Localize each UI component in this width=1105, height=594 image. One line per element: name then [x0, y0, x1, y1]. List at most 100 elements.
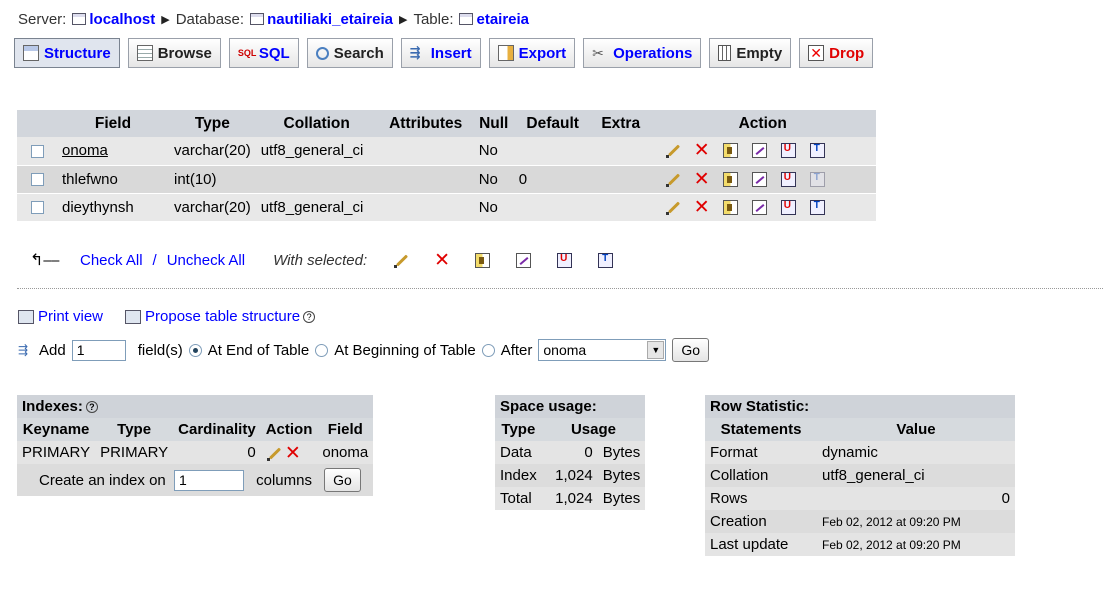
tools-row: Print view Propose table structure? [18, 308, 316, 325]
row-actions: ✕ [649, 165, 876, 194]
index-icon[interactable] [751, 171, 767, 187]
database-label: Database: [175, 10, 245, 28]
statement-value: dynamic [817, 441, 1015, 464]
add-label: Add [39, 341, 66, 359]
propose-structure-link[interactable]: Propose table structure? [125, 308, 316, 325]
tab-operations[interactable]: ✂ Operations [583, 38, 702, 68]
table-row: PRIMARY PRIMARY 0 ✕ onoma [17, 441, 374, 464]
primary-key-icon[interactable] [722, 143, 738, 159]
edit-pencil-icon[interactable] [665, 200, 680, 215]
field-name-cell: onoma [57, 137, 169, 166]
tab-search[interactable]: Search [306, 38, 393, 68]
index-field: onoma [317, 441, 374, 464]
fulltext-icon[interactable] [598, 252, 614, 268]
table-row: Rows 0 [705, 487, 1015, 510]
column-header: Cardinality [173, 418, 261, 441]
tab-drop[interactable]: ✕ Drop [799, 38, 874, 68]
fulltext-icon[interactable] [809, 143, 825, 159]
database-link[interactable]: nautiliaki_etaireia [267, 11, 393, 28]
table-row: Total 1,024 Bytes [495, 487, 646, 510]
space-usage-title: Space usage: [495, 395, 646, 418]
indexes-header-row: Keyname Type Cardinality Action Field [17, 418, 374, 441]
create-index-go-button[interactable]: Go [324, 468, 361, 492]
print-view-link[interactable]: Print view [18, 308, 103, 325]
uncheck-all-link[interactable]: Uncheck All [167, 252, 245, 269]
index-icon[interactable] [751, 199, 767, 215]
table-row: Data 0 Bytes [495, 441, 646, 464]
delete-x-icon[interactable]: ✕ [285, 444, 301, 463]
divider-line [17, 288, 1103, 289]
help-icon[interactable]: ? [303, 311, 316, 324]
column-header: Attributes [377, 110, 474, 137]
column-header: Extra [591, 110, 650, 137]
column-header: Value [817, 418, 1015, 441]
column-header: Statements [705, 418, 817, 441]
field-type: int(10) [169, 165, 256, 194]
indexes-title: Indexes: [22, 398, 83, 415]
fulltext-icon[interactable] [809, 199, 825, 215]
server-link[interactable]: localhost [89, 11, 155, 28]
table-row: onoma varchar(20) utf8_general_ci No ✕ [17, 137, 876, 166]
field-null: No [473, 193, 514, 222]
create-index-label: Create an index on [39, 472, 166, 489]
after-radio[interactable] [481, 343, 495, 357]
tab-empty[interactable]: Empty [709, 38, 792, 68]
row-checkbox[interactable] [30, 201, 44, 215]
unique-icon[interactable] [780, 171, 796, 187]
row-checkbox[interactable] [30, 144, 44, 158]
server-label: Server: [18, 10, 67, 28]
edit-pencil-icon[interactable] [665, 172, 680, 187]
server-icon [72, 13, 87, 25]
tab-sql[interactable]: SQL SQL [228, 38, 299, 68]
edit-pencil-icon[interactable] [393, 253, 408, 268]
field-default: 0 [513, 165, 592, 194]
add-go-button[interactable]: Go [672, 338, 710, 362]
column-header: Keyname [17, 418, 96, 441]
tab-insert[interactable]: ⇶ Insert [400, 38, 481, 68]
delete-x-icon[interactable]: ✕ [694, 198, 710, 217]
delete-x-icon[interactable]: ✕ [694, 170, 710, 189]
primary-key-icon[interactable] [722, 171, 738, 187]
sql-icon: SQL [237, 48, 257, 58]
add-field-count-input[interactable] [71, 339, 126, 361]
row-select-cell [17, 137, 57, 166]
delete-x-icon[interactable]: ✕ [694, 141, 710, 160]
primary-key-icon[interactable] [475, 252, 491, 268]
tab-export[interactable]: Export [488, 38, 576, 68]
field-attributes [377, 165, 474, 194]
create-index-count-input[interactable] [173, 469, 244, 491]
check-all-link[interactable]: Check All [80, 252, 143, 269]
fulltext-icon [809, 171, 825, 187]
table-label: Table: [413, 10, 454, 28]
at-end-radio[interactable] [188, 343, 202, 357]
edit-pencil-icon[interactable] [665, 143, 680, 159]
unique-icon[interactable] [557, 252, 573, 268]
row-checkbox[interactable] [30, 173, 44, 187]
table-row: Collation utf8_general_ci [705, 464, 1015, 487]
table-row: thlefwno int(10) No 0 ✕ [17, 165, 876, 194]
unique-icon[interactable] [780, 143, 796, 159]
field-collation [255, 165, 378, 194]
index-icon[interactable] [751, 143, 767, 159]
divider: / [152, 251, 157, 269]
column-header: Type [169, 110, 256, 137]
usage-amount: 1,024 [541, 464, 598, 487]
primary-key-icon[interactable] [722, 199, 738, 215]
statement-value: Feb 02, 2012 at 09:20 PM [817, 533, 1015, 556]
table-link[interactable]: etaireia [476, 11, 529, 28]
column-header: Type [95, 418, 174, 441]
at-beginning-radio[interactable] [315, 343, 329, 357]
field-attributes [377, 137, 474, 166]
statement-name: Collation [705, 464, 817, 487]
edit-pencil-icon[interactable] [266, 446, 281, 461]
unique-icon[interactable] [780, 199, 796, 215]
tab-browse[interactable]: Browse [127, 38, 221, 68]
help-icon[interactable]: ? [85, 401, 98, 414]
index-icon[interactable] [516, 252, 532, 268]
tab-bar: Structure Browse SQL SQL Search ⇶ Insert… [14, 38, 874, 68]
tab-structure[interactable]: Structure [14, 38, 120, 68]
insert-icon: ⇶ [18, 342, 29, 357]
after-field-select[interactable]: onoma ▼ [538, 339, 667, 361]
delete-x-icon[interactable]: ✕ [434, 251, 450, 270]
field-name: thlefwno [62, 170, 118, 188]
